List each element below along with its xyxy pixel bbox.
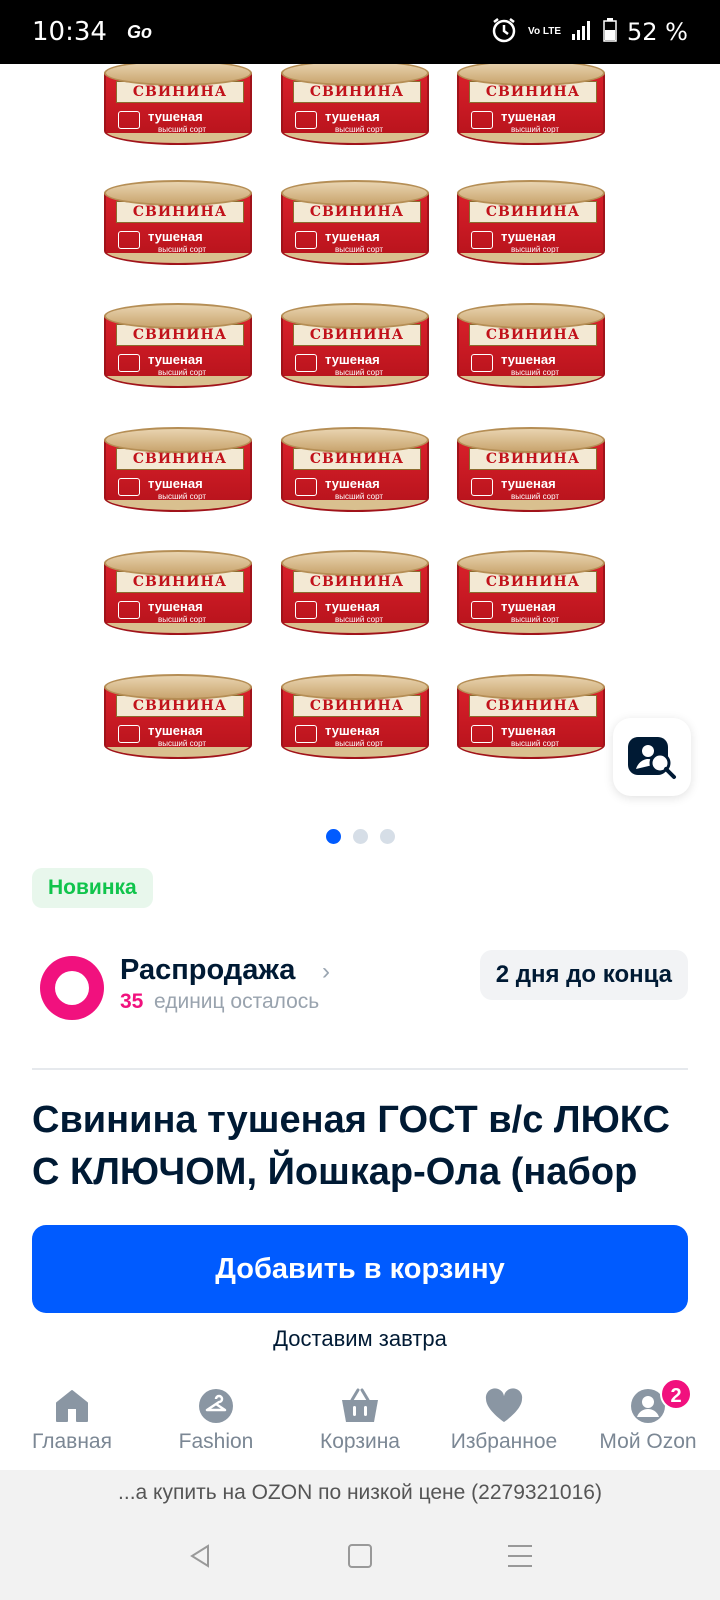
photo-search-icon bbox=[628, 737, 676, 779]
photo-search-button[interactable] bbox=[613, 718, 691, 796]
can-image: СВИНИНА тушеная высший сорт bbox=[104, 427, 252, 519]
battery-percent: 52 % bbox=[627, 18, 688, 46]
go-icon: Go bbox=[126, 21, 152, 42]
basket-icon bbox=[340, 1386, 380, 1426]
can-image: СВИНИНА тушеная высший сорт bbox=[457, 550, 605, 642]
pagination-dot[interactable] bbox=[379, 829, 395, 844]
nav-label: Корзина bbox=[320, 1430, 400, 1453]
can-image: СВИНИНА тушеная высший сорт bbox=[457, 303, 605, 395]
status-time: 10:34 bbox=[32, 17, 107, 47]
gallery-pagination bbox=[0, 829, 720, 844]
alarm-icon bbox=[490, 16, 518, 49]
product-title: Свинина тушеная ГОСТ в/с ЛЮКС С КЛЮЧОМ, … bbox=[32, 1099, 670, 1204]
product-image-gallery[interactable]: СВИНИНА тушеная высший сорт СВИНИНА тушеная в… bbox=[0, 64, 720, 804]
pagination-dot[interactable] bbox=[325, 829, 341, 844]
network-type: Vo LTE bbox=[528, 26, 562, 37]
status-bar: 10:34 Go Vo LTE 52 % bbox=[0, 0, 720, 64]
signal-icon bbox=[571, 19, 593, 46]
divider bbox=[32, 1068, 688, 1070]
recents-icon[interactable] bbox=[506, 1543, 534, 1574]
sale-promo[interactable]: Распродажа › 35 единиц осталось 2 дня до… bbox=[32, 950, 688, 1020]
sale-logo-icon bbox=[40, 956, 104, 1020]
home-square-icon[interactable] bbox=[347, 1543, 373, 1574]
sale-deadline-badge: 2 дня до конца bbox=[479, 950, 688, 1000]
nav-item-favorites[interactable]: Избранное bbox=[432, 1378, 576, 1470]
delivery-note: Доставим завтра bbox=[273, 1326, 447, 1351]
can-image: СВИНИНА тушеная высший сорт bbox=[104, 64, 252, 152]
can-image: СВИНИНА тушеная высший сорт bbox=[457, 674, 605, 766]
browser-title-bar[interactable]: ...а купить на OZON по низкой цене (2279… bbox=[0, 1470, 720, 1516]
nav-label: Fashion bbox=[178, 1430, 254, 1453]
cart-count-badge: 2 bbox=[660, 1378, 692, 1410]
sale-count-label: единиц осталось bbox=[154, 990, 320, 1013]
pagination-dot[interactable] bbox=[352, 829, 368, 844]
can-image: СВИНИНА тушеная высший сорт bbox=[281, 180, 429, 272]
back-icon[interactable] bbox=[186, 1542, 214, 1575]
can-image: СВИНИНА тушеная высший сорт bbox=[281, 550, 429, 642]
system-nav-bar bbox=[0, 1516, 720, 1600]
can-image: СВИНИНА тушеная высший сорт bbox=[457, 180, 605, 272]
can-image: СВИНИНА тушеная высший сорт bbox=[104, 550, 252, 642]
can-image: СВИНИНА тушеная высший сорт bbox=[281, 674, 429, 766]
new-badge: Новинка bbox=[32, 868, 153, 908]
battery-icon bbox=[603, 17, 617, 47]
can-image: СВИНИНА тушеная высший сорт bbox=[281, 427, 429, 519]
nav-label: Главная bbox=[32, 1430, 112, 1453]
sale-title[interactable]: Распродажа bbox=[120, 954, 295, 987]
nav-label: Избранное bbox=[450, 1430, 558, 1453]
can-image: СВИНИНА тушеная высший сорт bbox=[281, 303, 429, 395]
nav-item-home[interactable]: Главная bbox=[0, 1378, 144, 1470]
nav-item-my-ozon[interactable]: 2 Мой Ozon bbox=[576, 1378, 720, 1470]
sale-count: 35 bbox=[120, 990, 144, 1013]
heart-icon bbox=[484, 1386, 524, 1426]
can-image: СВИНИНА тушеная высший сорт bbox=[457, 64, 605, 152]
can-image: СВИНИНА тушеная высший сорт bbox=[104, 674, 252, 766]
can-image: СВИНИНА тушеная высший сорт bbox=[281, 64, 429, 152]
nav-item-fashion[interactable]: Fashion bbox=[144, 1378, 288, 1470]
nav-item-cart[interactable]: Корзина bbox=[288, 1378, 432, 1470]
chevron-right-icon: › bbox=[322, 958, 330, 985]
status-indicators: Vo LTE 52 % bbox=[490, 16, 688, 49]
nav-label: Мой Ozon bbox=[599, 1430, 697, 1453]
can-image: СВИНИНА тушеная высший сорт bbox=[104, 303, 252, 395]
can-image: СВИНИНА тушеная высший сорт bbox=[104, 180, 252, 272]
add-to-cart-button[interactable]: Добавить в корзину bbox=[32, 1225, 688, 1313]
bottom-nav: Главная Fashion Корзина Избранное 2 Мой … bbox=[0, 1378, 720, 1470]
home-icon bbox=[54, 1386, 90, 1426]
can-image: СВИНИНА тушеная высший сорт bbox=[457, 427, 605, 519]
hanger-icon bbox=[198, 1386, 234, 1426]
